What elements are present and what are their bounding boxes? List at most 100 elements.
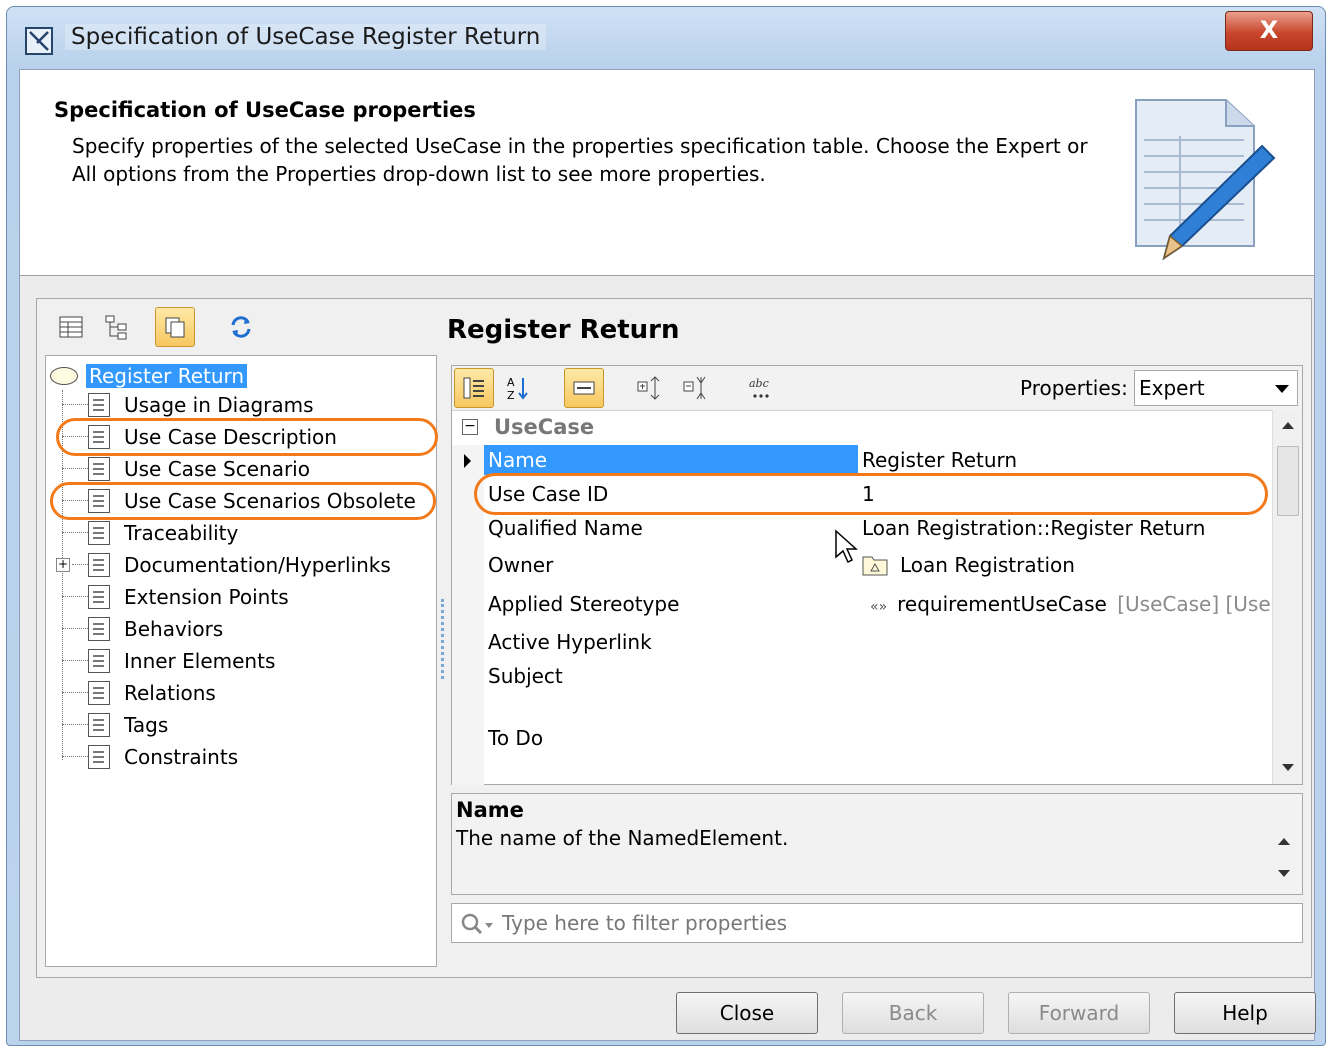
property-name: Applied Stereotype [488,592,680,616]
collapse-icon[interactable]: − [462,419,478,435]
sort-az-icon: A Z [507,376,528,401]
search-icon [461,913,493,935]
page-icon [88,681,110,705]
collapse-all-button[interactable] [676,368,716,408]
expand-all-icon [637,376,660,400]
tree-item-label: Documentation/Hyperlinks [124,553,391,577]
abc-icon: abc [749,377,769,398]
property-row-name[interactable]: Name Register Return [464,445,1272,475]
property-row-qualified-name[interactable]: Qualified Name Loan Registration::Regist… [484,513,1272,545]
help-button[interactable]: Help [1174,992,1316,1034]
tree-item-label: Traceability [124,521,239,545]
tree-item-constraints[interactable]: Constraints [62,742,238,772]
scroll-up-icon[interactable] [1278,838,1290,845]
back-button[interactable]: Back [842,992,984,1034]
property-row-owner[interactable]: Owner Loan Registration [484,549,1272,583]
properties-toolbar: A Z abc Properties: Expert [452,366,1302,410]
window-title: Specification of UseCase Register Return [65,24,547,50]
tree-item-label: Usage in Diagrams [124,393,314,417]
description-title: Name [456,798,524,822]
properties-filter-label: Properties: [1020,376,1128,400]
expand-all-button[interactable] [630,368,670,408]
usecase-icon [50,367,78,385]
expand-icon[interactable]: + [56,558,70,572]
table-view-button[interactable] [51,307,91,347]
splitter-handle[interactable] [441,599,444,679]
property-name: Name [488,448,548,472]
property-value[interactable]: Loan Registration::Register Return [862,516,1205,540]
page-icon [88,585,110,609]
description-toggle-button[interactable] [564,368,604,408]
tree-item-traceability[interactable]: Traceability [62,518,239,548]
panel-title: Register Return [447,315,680,345]
properties-mode-select[interactable]: Expert [1134,370,1298,406]
header-title: Specification of UseCase properties [54,98,476,122]
properties-mode-value: Expert [1139,376,1205,400]
stereotype-value: requirementUseCase [897,592,1107,616]
document-pencil-icon [1135,99,1276,261]
property-row-to-do[interactable]: To Do [484,723,1272,755]
tree-icon [105,315,127,340]
close-window-button[interactable]: X [1225,11,1313,51]
mouse-cursor-icon [835,529,858,564]
tree-item-inner-elements[interactable]: Inner Elements [62,646,276,676]
page-icon [88,745,110,769]
header-description: Specify properties of the selected UseCa… [72,134,1088,186]
property-row-subject[interactable]: Subject [484,661,1272,693]
tree-root-node[interactable]: Register Return [50,362,248,390]
svg-text:abc: abc [749,377,769,390]
page-icon [88,553,110,577]
highlight-ring [56,418,438,456]
forward-button[interactable]: Forward [1008,992,1150,1034]
close-button[interactable]: Close [676,992,818,1034]
categorized-icon [463,377,484,399]
title-bar[interactable]: Specification of UseCase Register Return… [7,7,1325,69]
highlight-ring [50,482,436,520]
sort-button[interactable]: A Z [498,368,538,408]
tree-item-use-case-scenario[interactable]: Use Case Scenario [62,454,310,484]
page-icon [88,521,110,545]
properties-grid[interactable]: − UseCase Name Register Return Use Case … [452,410,1272,785]
tree-item-behaviors[interactable]: Behaviors [62,614,224,644]
property-value[interactable]: Register Return [862,448,1017,472]
element-tree[interactable]: Register Return Usage in Diagrams Use Ca… [45,355,438,967]
specification-dialog: Specification of UseCase Register Return… [6,6,1326,1046]
property-value[interactable]: Loan Registration [862,553,1075,577]
tree-view-button[interactable] [97,307,137,347]
tree-item-tags[interactable]: Tags [62,710,168,740]
tree-item-extension-points[interactable]: Extension Points [62,582,289,612]
properties-scrollbar[interactable] [1272,410,1302,784]
show-inherited-button[interactable] [155,307,195,347]
page-icon [88,393,110,417]
refresh-button[interactable] [221,307,261,347]
stereotype-metaclass: [UseCase] [Use [1117,592,1270,616]
tree-item-usage-in-diagrams[interactable]: Usage in Diagrams [62,390,314,420]
find-text-button[interactable]: abc [742,368,782,408]
filter-placeholder: Type here to filter properties [502,911,788,935]
property-description-panel: Name The name of the NamedElement. [451,793,1303,895]
property-name: Qualified Name [488,516,643,540]
property-row-active-hyperlink[interactable]: Active Hyperlink [484,627,1272,659]
page-icon [88,457,110,481]
tree-item-label: Inner Elements [124,649,276,673]
scroll-thumb[interactable] [1277,446,1299,516]
scroll-down-icon[interactable] [1278,870,1290,877]
refresh-icon [231,316,251,338]
tree-item-documentation-hyperlinks[interactable]: Documentation/Hyperlinks [72,550,391,580]
page-icon [88,649,110,673]
current-row-icon [464,454,471,468]
property-group-label: UseCase [494,415,595,439]
scroll-down-icon[interactable] [1282,764,1294,771]
property-row-applied-stereotype[interactable]: Applied Stereotype «» requirementUseCase … [484,587,1272,621]
property-value[interactable]: «» requirementUseCase [UseCase] [Use [870,592,1270,616]
chevron-down-icon [1275,385,1289,393]
scroll-up-icon[interactable] [1282,422,1294,429]
description-text: The name of the NamedElement. [456,826,789,850]
property-group-usecase[interactable]: − UseCase [452,411,1272,445]
tree-item-label: Behaviors [124,617,224,641]
property-name: Subject [488,664,563,688]
tree-item-relations[interactable]: Relations [62,678,216,708]
table-icon [59,316,83,338]
filter-properties-input[interactable]: Type here to filter properties [451,903,1303,943]
categorized-button[interactable] [454,368,494,408]
